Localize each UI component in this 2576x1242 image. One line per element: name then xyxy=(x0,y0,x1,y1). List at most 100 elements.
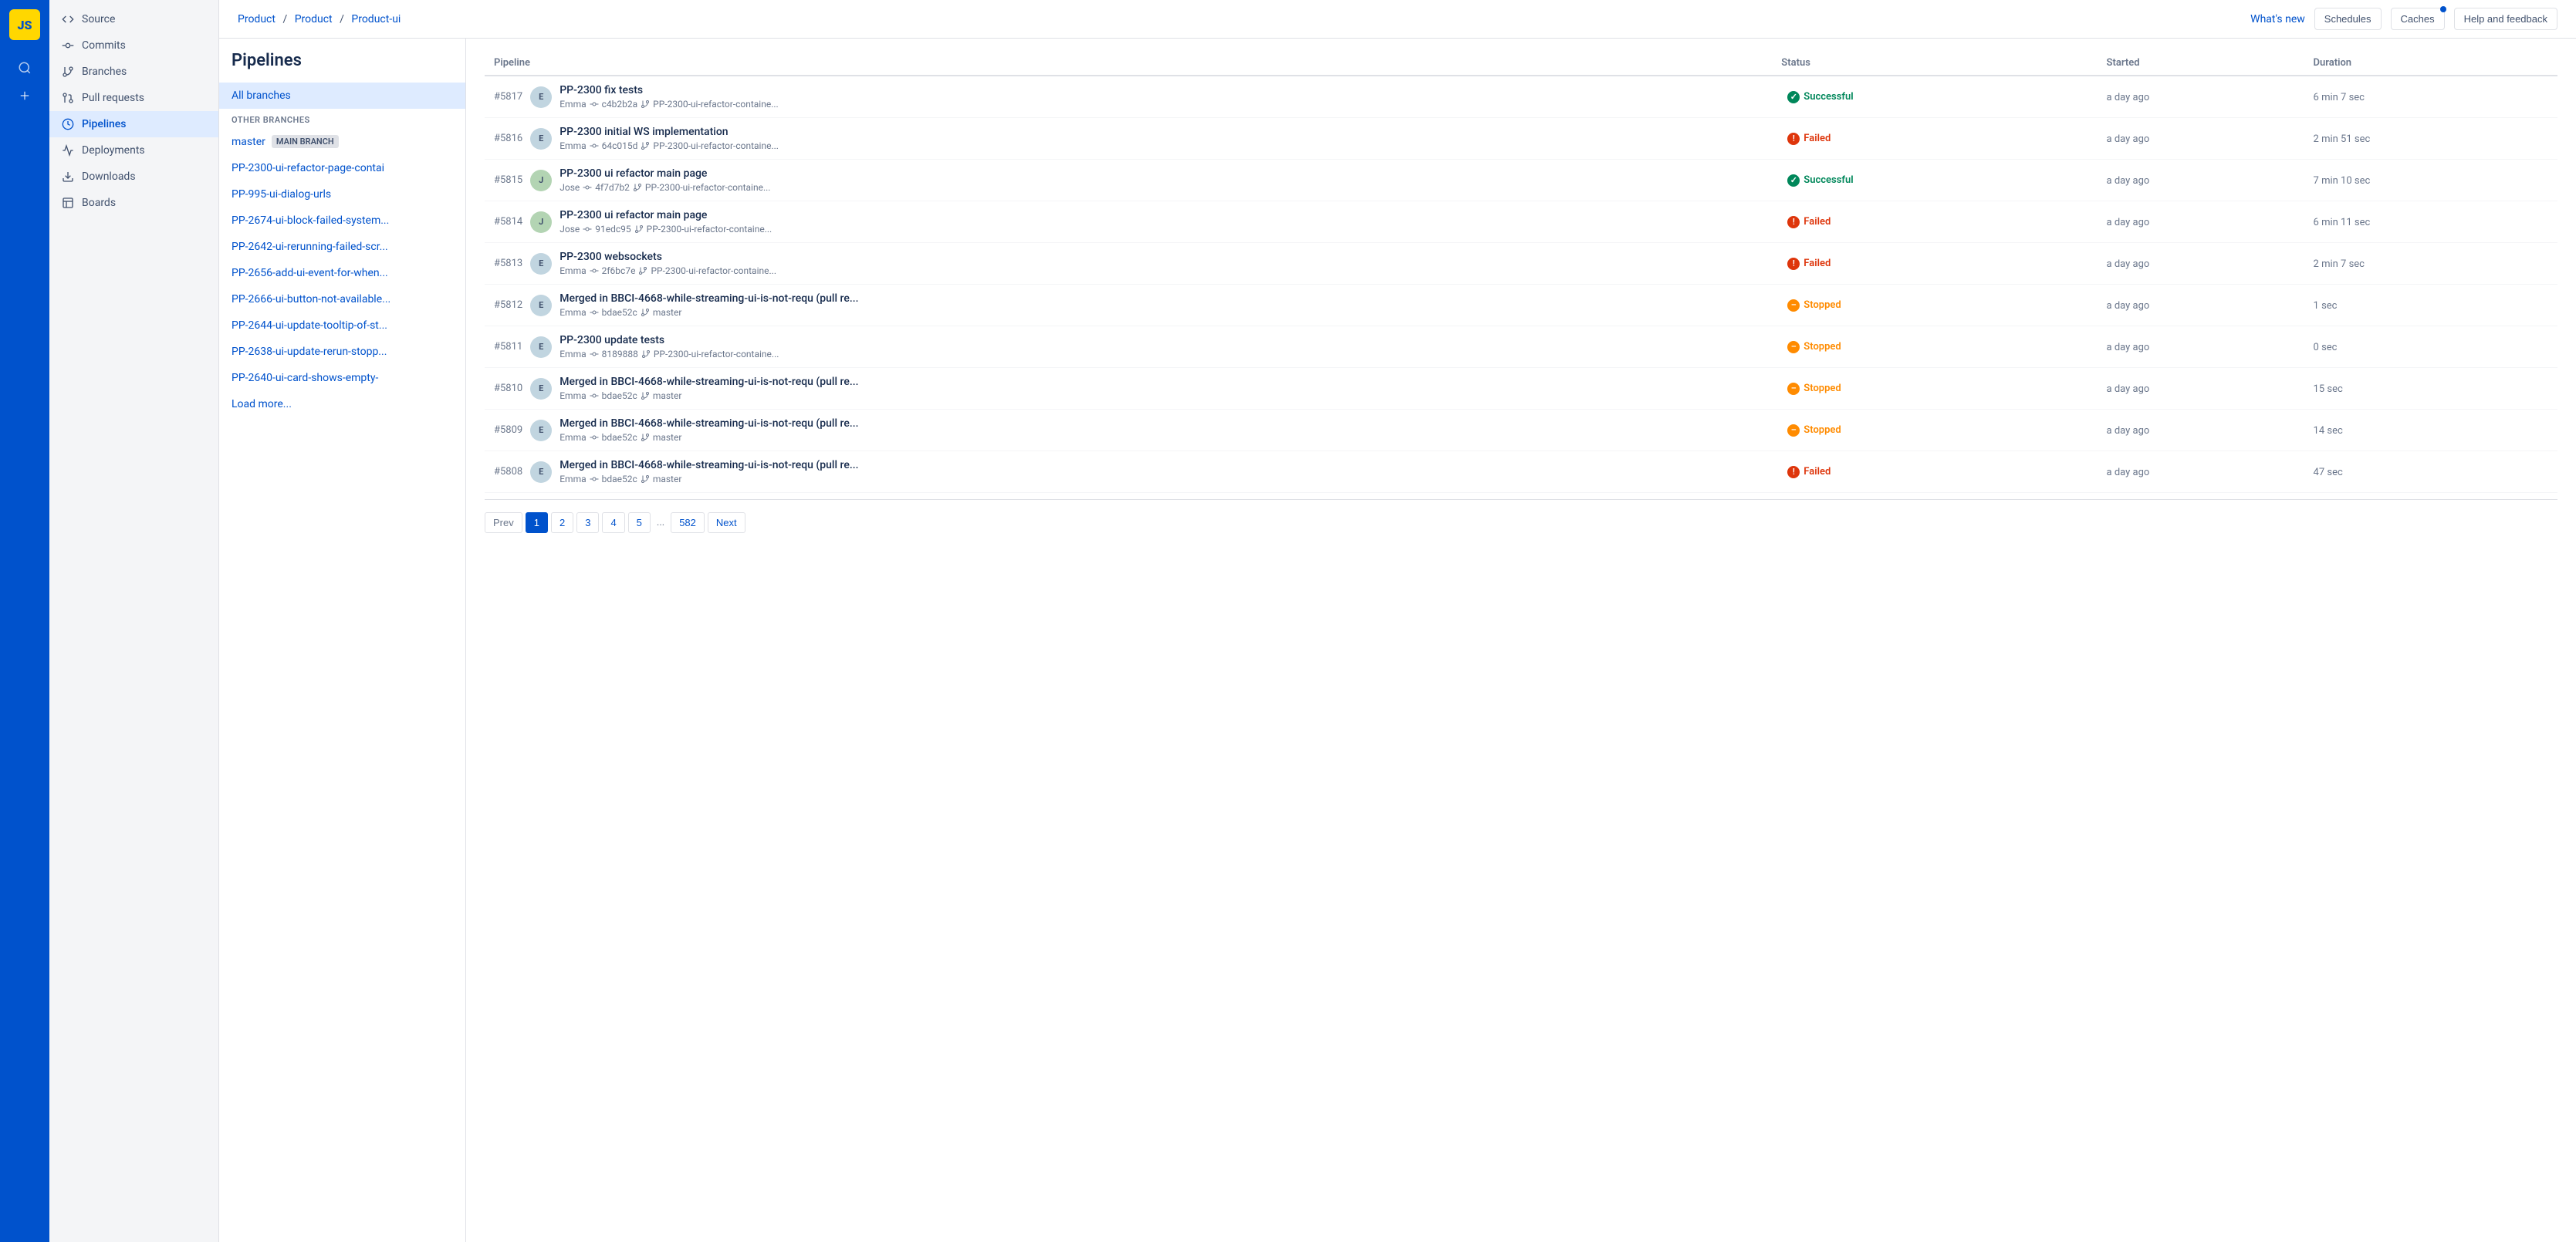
logo[interactable]: JS xyxy=(9,9,40,40)
pipeline-info: PP-2300 update tests Emma 8189888 PP-230… xyxy=(559,334,779,359)
pipeline-cell: #5815 J PP-2300 ui refactor main page Jo… xyxy=(494,167,1763,193)
caches-button[interactable]: Caches xyxy=(2391,8,2445,30)
breadcrumb: Product / Product / Product-ui xyxy=(238,13,401,25)
breadcrumb-product-2[interactable]: Product xyxy=(295,13,333,25)
master-branch-link[interactable]: master xyxy=(232,136,265,148)
table-row: #5809 E Merged in BBCI-4668-while-stream… xyxy=(485,410,2557,451)
duration-time: 6 min 7 sec xyxy=(2314,92,2365,103)
page-1-button[interactable]: 1 xyxy=(526,512,548,533)
started-time: a day ago xyxy=(2107,383,2150,395)
whats-new-link[interactable]: What's new xyxy=(2250,13,2305,25)
status-icon: ✓ xyxy=(1787,91,1800,103)
pipeline-title[interactable]: Merged in BBCI-4668-while-streaming-ui-i… xyxy=(559,376,858,388)
pipeline-number: #5817 xyxy=(494,91,522,103)
pipeline-meta: Jose 4f7d7b2 PP-2300-ui-refactor-contain… xyxy=(559,182,770,193)
pipeline-title[interactable]: PP-2300 ui refactor main page xyxy=(559,167,770,180)
pipeline-meta: Emma 8189888 PP-2300-ui-refactor-contain… xyxy=(559,349,779,359)
all-branches-item[interactable]: All branches xyxy=(219,83,465,109)
status-badge: ! Failed xyxy=(1781,130,1837,147)
status-badge: ! Failed xyxy=(1781,255,1837,272)
table-row: #5813 E PP-2300 websockets Emma 2f6bc7e … xyxy=(485,243,2557,285)
branch-item-4[interactable]: PP-2656-add-ui-event-for-when... xyxy=(219,260,465,286)
top-actions: What's new Schedules Caches Help and fee… xyxy=(2250,8,2557,30)
page-4-button[interactable]: 4 xyxy=(602,512,624,533)
status-icon: – xyxy=(1787,424,1800,437)
pipeline-table: Pipeline Status Started Duration #5817 E… xyxy=(485,51,2557,493)
schedules-button[interactable]: Schedules xyxy=(2314,8,2382,30)
content-area: Pipelines All branches OTHER BRANCHES ma… xyxy=(219,39,2576,1242)
sidebar-item-pull-requests[interactable]: Pull requests xyxy=(49,85,218,111)
last-page-button[interactable]: 582 xyxy=(671,512,705,533)
top-bar: Product / Product / Product-ui What's ne… xyxy=(219,0,2576,39)
duration-time: 2 min 51 sec xyxy=(2314,133,2371,145)
pipeline-meta: Emma bdae52c master xyxy=(559,474,858,484)
branch-item-6[interactable]: PP-2644-ui-update-tooltip-of-st... xyxy=(219,312,465,339)
breadcrumb-product-1[interactable]: Product xyxy=(238,13,276,25)
branch-item-7[interactable]: PP-2638-ui-update-rerun-stopp... xyxy=(219,339,465,365)
duration-time: 7 min 10 sec xyxy=(2314,175,2371,187)
create-icon[interactable] xyxy=(12,83,37,108)
pipeline-meta: Jose 91edc95 PP-2300-ui-refactor-contain… xyxy=(559,224,772,235)
pipeline-meta: Emma bdae52c master xyxy=(559,390,858,401)
page-title: Pipelines xyxy=(219,51,465,83)
pagination: Prev 1 2 3 4 5 ... 582 Next xyxy=(485,499,2557,545)
pipeline-title[interactable]: PP-2300 ui refactor main page xyxy=(559,209,772,221)
pipeline-title[interactable]: Merged in BBCI-4668-while-streaming-ui-i… xyxy=(559,459,858,471)
status-badge: ! Failed xyxy=(1781,464,1837,481)
duration-time: 15 sec xyxy=(2314,383,2343,395)
pipeline-title[interactable]: PP-2300 websockets xyxy=(559,251,776,263)
sidebar-item-source[interactable]: Source xyxy=(49,6,218,32)
help-feedback-button[interactable]: Help and feedback xyxy=(2454,8,2557,30)
pipeline-meta: Emma bdae52c master xyxy=(559,432,858,443)
next-page-button[interactable]: Next xyxy=(708,512,745,533)
branch-item-2[interactable]: PP-2674-ui-block-failed-system... xyxy=(219,208,465,234)
pipeline-title[interactable]: Merged in BBCI-4668-while-streaming-ui-i… xyxy=(559,417,858,430)
started-time: a day ago xyxy=(2107,217,2150,228)
right-panel: Pipeline Status Started Duration #5817 E… xyxy=(466,39,2576,1242)
branch-item-1[interactable]: PP-995-ui-dialog-urls xyxy=(219,181,465,208)
pipeline-info: Merged in BBCI-4668-while-streaming-ui-i… xyxy=(559,417,858,443)
prev-page-button[interactable]: Prev xyxy=(485,512,522,533)
pipeline-title[interactable]: Merged in BBCI-4668-while-streaming-ui-i… xyxy=(559,292,858,305)
sidebar-item-commits[interactable]: Commits xyxy=(49,32,218,59)
branch-item-3[interactable]: PP-2642-ui-rerunning-failed-scr... xyxy=(219,234,465,260)
status-badge: – Stopped xyxy=(1781,380,1847,397)
main-branch-badge: MAIN BRANCH xyxy=(272,135,339,148)
avatar: E xyxy=(530,461,552,483)
duration-time: 1 sec xyxy=(2314,300,2338,312)
pipeline-meta: Emma 2f6bc7e PP-2300-ui-refactor-contain… xyxy=(559,265,776,276)
table-row: #5816 E PP-2300 initial WS implementatio… xyxy=(485,118,2557,160)
branch-item-8[interactable]: PP-2640-ui-card-shows-empty- xyxy=(219,365,465,391)
pipeline-cell: #5816 E PP-2300 initial WS implementatio… xyxy=(494,126,1763,151)
sidebar-item-branches[interactable]: Branches xyxy=(49,59,218,85)
avatar: E xyxy=(530,86,552,108)
pipeline-title[interactable]: PP-2300 initial WS implementation xyxy=(559,126,779,138)
sidebar-item-boards[interactable]: Boards xyxy=(49,190,218,216)
pipeline-title[interactable]: PP-2300 update tests xyxy=(559,334,779,346)
sidebar-item-deployments[interactable]: Deployments xyxy=(49,137,218,164)
pipeline-number: #5808 xyxy=(494,466,522,478)
pipeline-number: #5809 xyxy=(494,424,522,436)
table-row: #5814 J PP-2300 ui refactor main page Jo… xyxy=(485,201,2557,243)
table-row: #5811 E PP-2300 update tests Emma 818988… xyxy=(485,326,2557,368)
status-icon: ✓ xyxy=(1787,174,1800,187)
page-5-button[interactable]: 5 xyxy=(628,512,651,533)
col-duration: Duration xyxy=(2304,51,2557,76)
pipeline-title[interactable]: PP-2300 fix tests xyxy=(559,84,778,96)
sidebar-item-downloads[interactable]: Downloads xyxy=(49,164,218,190)
duration-time: 2 min 7 sec xyxy=(2314,258,2365,270)
page-2-button[interactable]: 2 xyxy=(551,512,573,533)
col-pipeline: Pipeline xyxy=(485,51,1772,76)
branch-item-0[interactable]: PP-2300-ui-refactor-page-contai xyxy=(219,155,465,181)
branch-item-5[interactable]: PP-2666-ui-button-not-available... xyxy=(219,286,465,312)
table-row: #5810 E Merged in BBCI-4668-while-stream… xyxy=(485,368,2557,410)
search-icon[interactable] xyxy=(12,56,37,80)
table-row: #5808 E Merged in BBCI-4668-while-stream… xyxy=(485,451,2557,493)
avatar: E xyxy=(530,420,552,441)
breadcrumb-product-ui[interactable]: Product-ui xyxy=(351,13,401,25)
page-3-button[interactable]: 3 xyxy=(576,512,599,533)
avatar: E xyxy=(530,128,552,150)
sidebar-item-pipelines[interactable]: Pipelines xyxy=(49,111,218,137)
pipeline-cell: #5808 E Merged in BBCI-4668-while-stream… xyxy=(494,459,1763,484)
load-more-link[interactable]: Load more... xyxy=(219,391,465,417)
